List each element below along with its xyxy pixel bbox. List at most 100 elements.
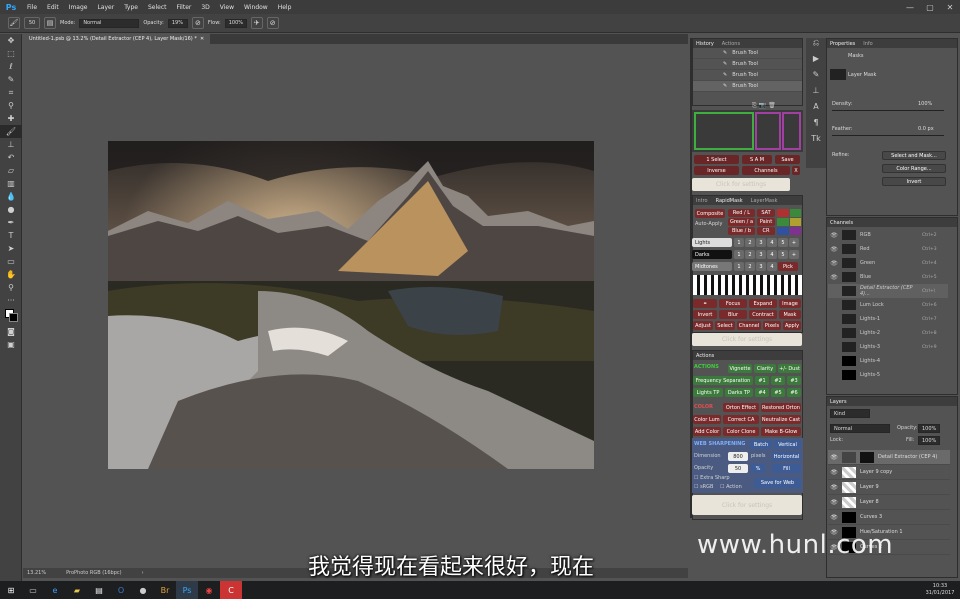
color-lum-button[interactable]: Color Lum <box>693 415 721 424</box>
eye-icon[interactable]: 👁 <box>828 274 840 281</box>
mountain-landscape-image[interactable] <box>108 141 594 469</box>
sat-button[interactable]: SAT <box>757 209 775 217</box>
eye-icon[interactable]: 👁 <box>828 484 840 491</box>
vertical-button[interactable]: Vertical <box>774 440 801 449</box>
mask-button[interactable]: Mask <box>779 310 801 319</box>
tk-panel-icon[interactable]: Tk <box>806 134 826 150</box>
composite-button[interactable]: Composite <box>695 209 725 218</box>
channel-row[interactable]: 👁 Red Ctrl+3 <box>828 242 948 256</box>
close-x-button[interactable]: X <box>792 166 800 175</box>
windows-start-icon[interactable]: ⊞ <box>0 581 22 599</box>
link-button[interactable]: ⚭ <box>693 299 717 308</box>
channel-row[interactable]: Lights-4 <box>828 354 948 368</box>
menu-view[interactable]: View <box>215 4 239 11</box>
darks-1[interactable]: 1 <box>734 250 744 259</box>
red-l-button[interactable]: Red / L <box>728 209 755 217</box>
shape-tool-icon[interactable]: ▭ <box>0 255 22 268</box>
tab-layermask[interactable]: LayerMask <box>751 198 778 204</box>
history-footer-icons[interactable]: ⎘ 📷 🗑 <box>752 102 776 110</box>
select-mode-button[interactable]: Select <box>715 321 735 330</box>
eye-icon[interactable]: 👁 <box>828 232 840 239</box>
pressure-opacity-icon[interactable]: ⊘ <box>191 17 204 29</box>
history-item[interactable]: ✎ Brush Tool <box>693 48 802 59</box>
menu-image[interactable]: Image <box>64 4 93 11</box>
batch-button[interactable]: Batch <box>750 440 772 449</box>
darks-2[interactable]: 2 <box>745 250 755 259</box>
minimize-button[interactable]: — <box>900 0 920 14</box>
channels-button[interactable]: Channels <box>742 166 790 175</box>
marquee-tool-icon[interactable]: ⬚ <box>0 47 22 60</box>
lights-3[interactable]: 3 <box>756 238 766 247</box>
tab-info[interactable]: Info <box>863 41 872 47</box>
apply-button[interactable]: Apply <box>783 321 801 330</box>
menu-layer[interactable]: Layer <box>92 4 119 11</box>
system-clock[interactable]: 10:33 31/01/2017 <box>920 583 960 597</box>
pixels-button[interactable]: Pixels <box>763 321 781 330</box>
darks-5[interactable]: 5 <box>778 250 788 259</box>
lights-plus[interactable]: + <box>789 238 799 247</box>
tab-rapidmask[interactable]: RapidMask <box>716 198 743 204</box>
lights-4[interactable]: 4 <box>767 238 777 247</box>
menu-type[interactable]: Type <box>119 4 143 11</box>
color-clone-button[interactable]: Color Clone <box>723 427 759 436</box>
density-slider[interactable] <box>832 110 944 111</box>
quick-mask-icon[interactable]: ◙ <box>0 325 22 338</box>
layer-row[interactable]: 👁 Layer 9 <box>828 480 950 495</box>
action-1-button[interactable]: #1 <box>755 376 769 385</box>
stamp-tool-icon[interactable]: ⊥ <box>0 138 22 151</box>
menu-3d[interactable]: 3D <box>196 4 214 11</box>
history-panel-icon[interactable]: ⎌ <box>806 38 826 54</box>
lights-tp-button[interactable]: Lights TP <box>693 388 723 397</box>
hand-tool-icon[interactable]: ✋ <box>0 268 22 281</box>
layer-opacity-field[interactable]: 100% <box>918 424 940 433</box>
action-4-button[interactable]: #4 <box>755 388 769 397</box>
airbrush-icon[interactable]: ✈ <box>250 17 263 29</box>
channel-button[interactable]: Channel <box>737 321 761 330</box>
history-brush-tool-icon[interactable]: ↶ <box>0 151 22 164</box>
vignette-button[interactable]: Vignette <box>728 364 752 373</box>
eye-icon[interactable]: 👁 <box>828 246 840 253</box>
channel-row-selected[interactable]: Detail Extractor (CEP 4)... Ctrl+\ <box>828 284 948 298</box>
tab-intro[interactable]: Intro <box>696 198 708 204</box>
image-button[interactable]: Image <box>779 299 801 308</box>
history-item[interactable]: ✎ Brush Tool <box>693 59 802 70</box>
crop-tool-icon[interactable]: ⌗ <box>0 86 22 99</box>
make-b-glow-button[interactable]: Make B-Glow <box>761 427 801 436</box>
paint-button[interactable]: Paint <box>757 218 775 226</box>
invert-mask-button[interactable]: Invert <box>882 177 946 186</box>
settings-button-1[interactable]: Click for settings <box>692 178 790 191</box>
action-3-button[interactable]: #3 <box>787 376 801 385</box>
brush-panel-icon[interactable]: ▤ <box>44 17 56 29</box>
recorder-app-icon[interactable]: C <box>220 581 242 599</box>
brush-preset-icon[interactable]: 🖌 <box>8 17 20 29</box>
eye-icon[interactable]: 👁 <box>828 260 840 267</box>
layer-row[interactable]: 👁 Layer 8 <box>828 495 950 510</box>
dodge-tool-icon[interactable]: ● <box>0 203 22 216</box>
midtones-3[interactable]: 3 <box>756 262 766 271</box>
fill-field[interactable]: 100% <box>918 436 940 445</box>
zone-selector-bar[interactable] <box>693 275 802 295</box>
edge-browser-icon[interactable]: e <box>44 581 66 599</box>
blur-button[interactable]: Blur <box>719 310 747 319</box>
eye-icon[interactable]: 👁 <box>828 499 840 506</box>
action-2-button[interactable]: #2 <box>771 376 785 385</box>
fill-button[interactable]: Fill <box>772 464 801 473</box>
percent-button[interactable]: % <box>751 464 765 473</box>
kind-filter[interactable]: Kind <box>830 409 870 418</box>
darks-4[interactable]: 4 <box>767 250 777 259</box>
maximize-button[interactable]: ▢ <box>920 0 940 14</box>
close-tab-icon[interactable]: ✕ <box>200 36 204 42</box>
tab-history[interactable]: History <box>696 41 714 47</box>
cr-button[interactable]: CR <box>757 227 775 235</box>
menu-select[interactable]: Select <box>143 4 172 11</box>
extra-sharp-checkbox[interactable]: ☐ Extra Sharp <box>694 475 730 481</box>
pen-tool-icon[interactable]: ✒ <box>0 216 22 229</box>
select-and-mask-button[interactable]: Select and Mask... <box>882 151 946 160</box>
menu-file[interactable]: File <box>22 4 42 11</box>
settings-button-2[interactable]: Click for settings <box>692 333 802 346</box>
layer-row[interactable]: 👁 Layer 9 copy <box>828 465 950 480</box>
channel-row[interactable]: Lights-1 Ctrl+7 <box>828 312 948 326</box>
lasso-tool-icon[interactable]: ℓ <box>0 60 22 73</box>
midtones-1[interactable]: 1 <box>734 262 744 271</box>
lights-1[interactable]: 1 <box>734 238 744 247</box>
